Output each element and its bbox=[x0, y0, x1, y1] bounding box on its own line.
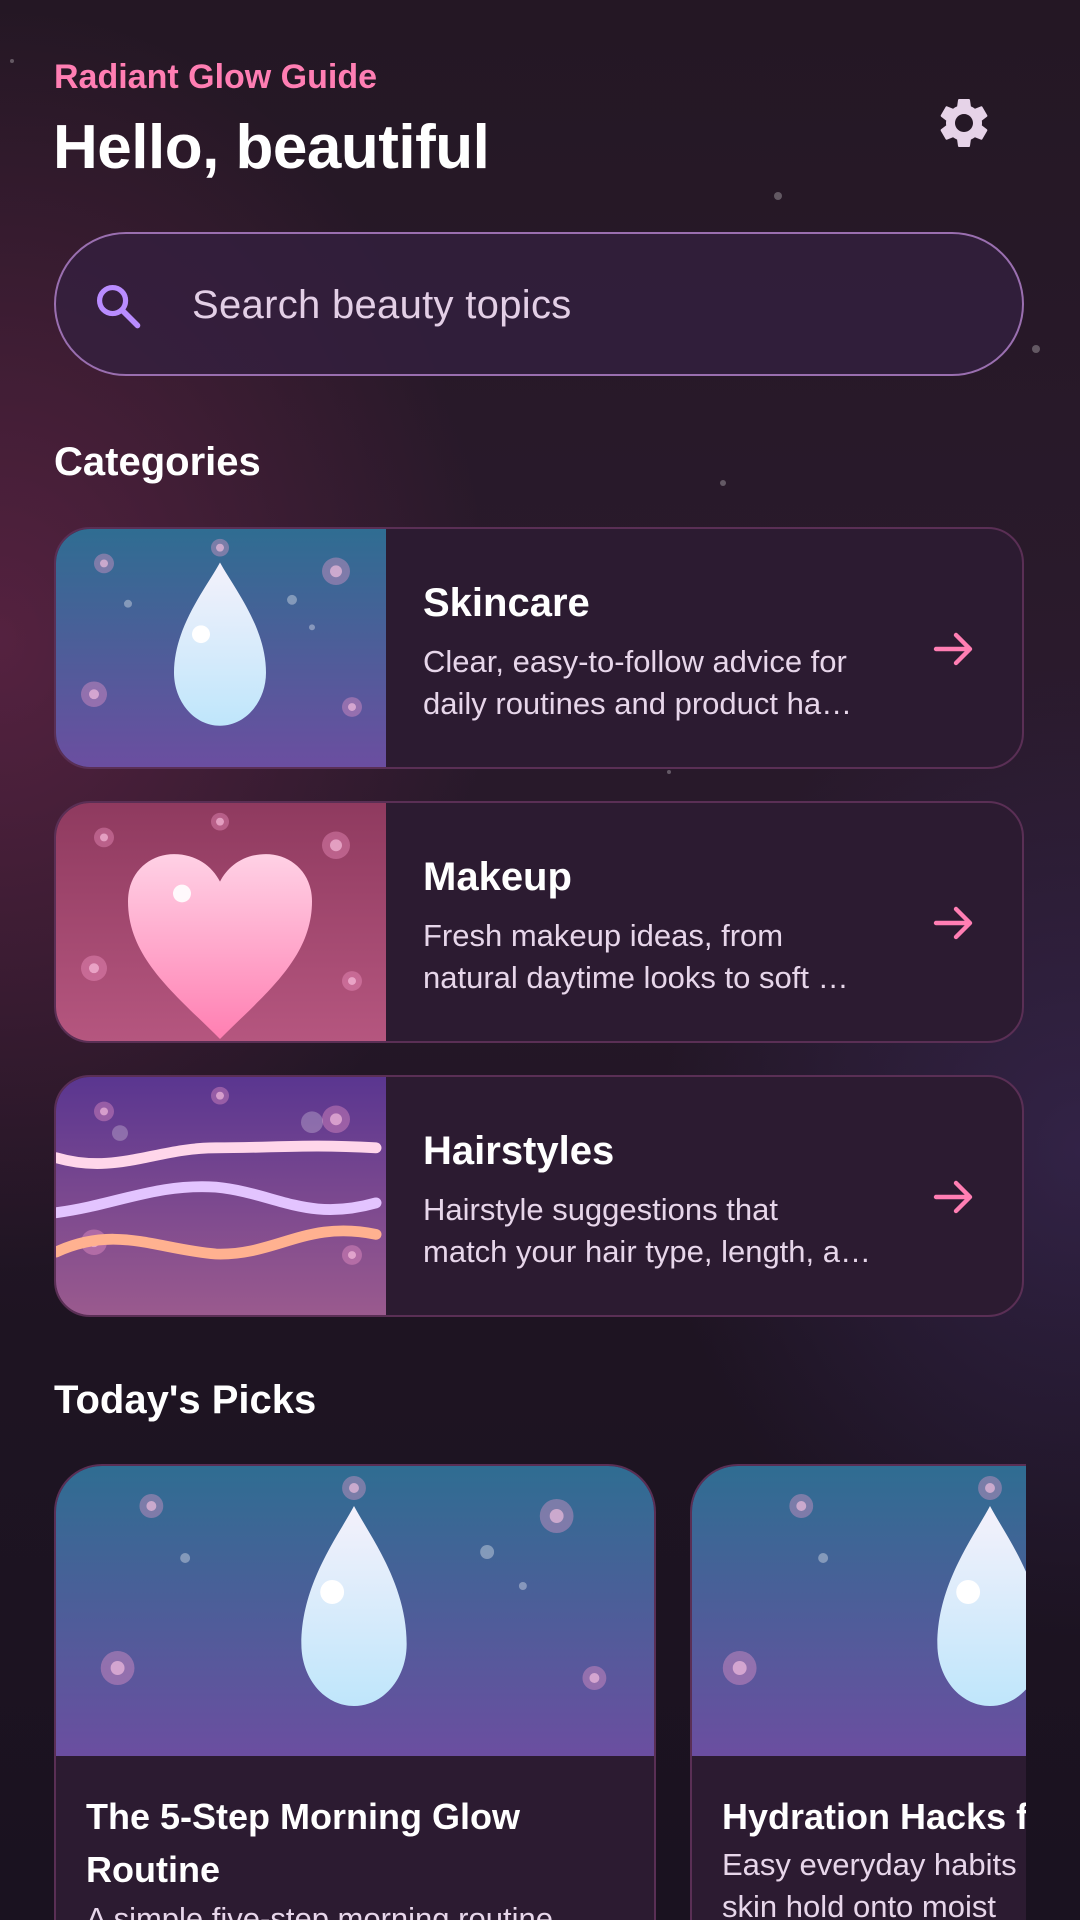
pick-card[interactable]: The 5-Step Morning Glow Routine A simple… bbox=[54, 1464, 656, 1920]
pick-image bbox=[692, 1466, 1026, 1756]
pick-card[interactable]: Hydration Hacks fo Easy everyday habits … bbox=[690, 1464, 1026, 1920]
pick-description: A simple five-step morning routine bbox=[86, 1901, 553, 1920]
pick-description: Easy everyday habits skin hold onto mois… bbox=[722, 1847, 1017, 1920]
pick-image bbox=[56, 1466, 654, 1756]
pick-title: The 5-Step Morning Glow Routine bbox=[86, 1796, 520, 1890]
background-speck bbox=[1032, 345, 1040, 353]
pick-title: Hydration Hacks fo bbox=[722, 1796, 1026, 1837]
picks-carousel[interactable]: The 5-Step Morning Glow Routine A simple… bbox=[0, 0, 1026, 1920]
